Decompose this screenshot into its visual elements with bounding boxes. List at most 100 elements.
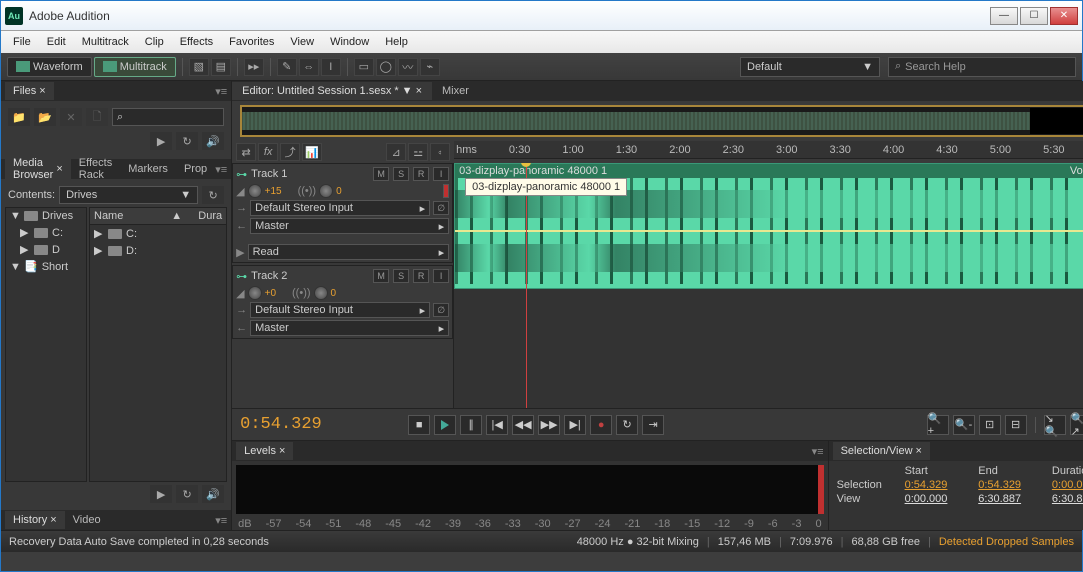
shortcuts-tree[interactable]: ▼Drives ▶C: ▶D ▼📑Short (5, 207, 87, 482)
multitrack-mode-button[interactable]: Multitrack (94, 57, 176, 77)
razor-tool-button[interactable]: ✎ (277, 58, 297, 76)
menu-multitrack[interactable]: Multitrack (74, 33, 137, 51)
volume-value[interactable]: +0 (265, 288, 276, 299)
pan-knob[interactable] (314, 286, 328, 300)
eq-button[interactable]: 📊 (302, 143, 322, 161)
editor-tab[interactable]: Editor: Untitled Session 1.sesx *▼× (232, 82, 432, 100)
timecode-display[interactable]: 0:54.329 (240, 415, 360, 434)
volume-knob[interactable] (248, 286, 262, 300)
view-duration[interactable]: 6:30.887 (1052, 493, 1083, 505)
video-tab[interactable]: Video (65, 511, 109, 529)
new-file-button[interactable]: 🗋 (86, 108, 108, 126)
maximize-button[interactable]: ☐ (1020, 7, 1048, 25)
panel-menu-icon[interactable]: ▾≡ (215, 514, 227, 527)
monitor-button[interactable]: I (433, 269, 449, 283)
solo-button[interactable]: S (393, 167, 409, 181)
go-to-end-button[interactable]: ▶| (564, 415, 586, 435)
arm-record-button[interactable]: R (413, 167, 429, 181)
volume-value[interactable]: +15 (265, 186, 282, 197)
pause-button[interactable]: ∥ (460, 415, 482, 435)
solo-button[interactable]: S (393, 269, 409, 283)
output-dropdown[interactable]: Master▸ (250, 320, 449, 336)
selection-end[interactable]: 0:54.329 (978, 479, 1044, 491)
marquee-tool-button[interactable]: ▭ (354, 58, 374, 76)
timeline[interactable]: 03-dizplay-panoramic 48000 1Volume ▼ 03-… (454, 163, 1083, 408)
loop-button[interactable]: ↻ (616, 415, 638, 435)
preview-loop-button[interactable]: ↻ (176, 485, 198, 503)
minimize-button[interactable]: — (990, 7, 1018, 25)
pan-knob[interactable] (319, 184, 333, 198)
selection-view-tab[interactable]: Selection/View× (833, 442, 930, 460)
arm-record-button[interactable]: R (413, 269, 429, 283)
preview-play-button[interactable]: ▶ (150, 485, 172, 503)
mixer-tab[interactable]: Mixer (432, 82, 479, 100)
menu-window[interactable]: Window (322, 33, 377, 51)
menu-effects[interactable]: Effects (172, 33, 221, 51)
levels-tab[interactable]: Levels× (236, 442, 293, 460)
markers-tab[interactable]: Markers (120, 160, 176, 178)
time-ruler[interactable]: hms 0:301:001:302:002:303:003:304:004:30… (454, 141, 1083, 159)
heal-tool-button[interactable]: ⌁ (420, 58, 440, 76)
zoom-in-point-button[interactable]: ↘🔍 (1044, 415, 1066, 435)
spectral-freq-button[interactable]: ▧ (189, 58, 209, 76)
fx-button[interactable]: fx (258, 143, 278, 161)
pan-value[interactable]: 0 (336, 186, 342, 197)
zoom-in-button[interactable]: 🔍+ (927, 415, 949, 435)
slip-tool-button[interactable]: ⇔ (299, 58, 319, 76)
lasso-tool-button[interactable]: ◯ (376, 58, 396, 76)
track-name[interactable]: Track 1 (251, 168, 369, 180)
import-file-button[interactable]: 📂 (34, 108, 56, 126)
move-tool-button[interactable]: ▸▸ (244, 58, 264, 76)
overview-navigator[interactable] (240, 105, 1083, 137)
sends-button[interactable]: ⤴ (280, 143, 300, 161)
automation-dropdown[interactable]: Read▸ (248, 244, 450, 260)
skip-selection-button[interactable]: ⇥ (642, 415, 664, 435)
mute-button[interactable]: M (373, 167, 389, 181)
status-warning[interactable]: Detected Dropped Samples (939, 536, 1074, 548)
contents-tree[interactable]: Name▲Dura ▶C: ▶D: (89, 207, 227, 482)
waveform-mode-button[interactable]: Waveform (7, 57, 92, 77)
input-dropdown[interactable]: Default Stereo Input▸ (250, 302, 430, 318)
rewind-button[interactable]: ◀◀ (512, 415, 534, 435)
menu-favorites[interactable]: Favorites (221, 33, 282, 51)
files-panel-tab[interactable]: Files× (5, 82, 54, 100)
loop-file-button[interactable]: ↻ (176, 132, 198, 150)
record-button[interactable]: ● (590, 415, 612, 435)
menu-view[interactable]: View (282, 33, 322, 51)
menu-clip[interactable]: Clip (137, 33, 172, 51)
search-help-input[interactable]: ⌕Search Help (888, 57, 1076, 77)
mute-button[interactable]: M (373, 269, 389, 283)
input-dropdown[interactable]: Default Stereo Input▸ (250, 200, 430, 216)
menu-edit[interactable]: Edit (39, 33, 74, 51)
ripple-button[interactable]: ⚍ (408, 143, 428, 161)
pan-value[interactable]: 0 (331, 288, 337, 299)
toggle-inputs-button[interactable]: ⇄ (236, 143, 256, 161)
refresh-button[interactable]: ↻ (202, 186, 224, 204)
snap-button[interactable]: ⊿ (386, 143, 406, 161)
files-filter-input[interactable]: ⌕ (112, 108, 224, 126)
brush-tool-button[interactable]: 〰 (398, 58, 418, 76)
clip-volume-label[interactable]: Volume ▼ (1070, 165, 1083, 177)
track-header-2[interactable]: ⊶ Track 2 M S R I ◢ +0 ((•)) 0 (232, 265, 453, 339)
preview-autoplay-button[interactable]: 🔊 (202, 485, 224, 503)
view-start[interactable]: 0:00.000 (905, 493, 971, 505)
phase-button[interactable]: ∅ (433, 303, 449, 317)
volume-knob[interactable] (248, 184, 262, 198)
play-file-button[interactable]: ▶ (150, 132, 172, 150)
stop-button[interactable]: ■ (408, 415, 430, 435)
play-button[interactable] (434, 415, 456, 435)
panel-menu-icon[interactable]: ▾≡ (215, 163, 227, 176)
history-tab[interactable]: History× (5, 511, 65, 529)
view-end[interactable]: 6:30.887 (978, 493, 1044, 505)
panel-menu-icon[interactable]: ▾≡ (215, 85, 227, 98)
output-dropdown[interactable]: Master▸ (250, 218, 449, 234)
selection-duration[interactable]: 0:00.000 (1052, 479, 1083, 491)
track-header-1[interactable]: ⊶ Track 1 M S R I ◢ +15 ((•)) 0 (232, 163, 453, 263)
menu-help[interactable]: Help (377, 33, 416, 51)
zoom-out-point-button[interactable]: 🔍↗ (1070, 415, 1083, 435)
spectral-pitch-button[interactable]: ▤ (211, 58, 231, 76)
track-name[interactable]: Track 2 (251, 270, 369, 282)
playhead[interactable] (526, 163, 527, 408)
phase-button[interactable]: ∅ (433, 201, 449, 215)
workspace-dropdown[interactable]: Default▼ (740, 57, 880, 77)
